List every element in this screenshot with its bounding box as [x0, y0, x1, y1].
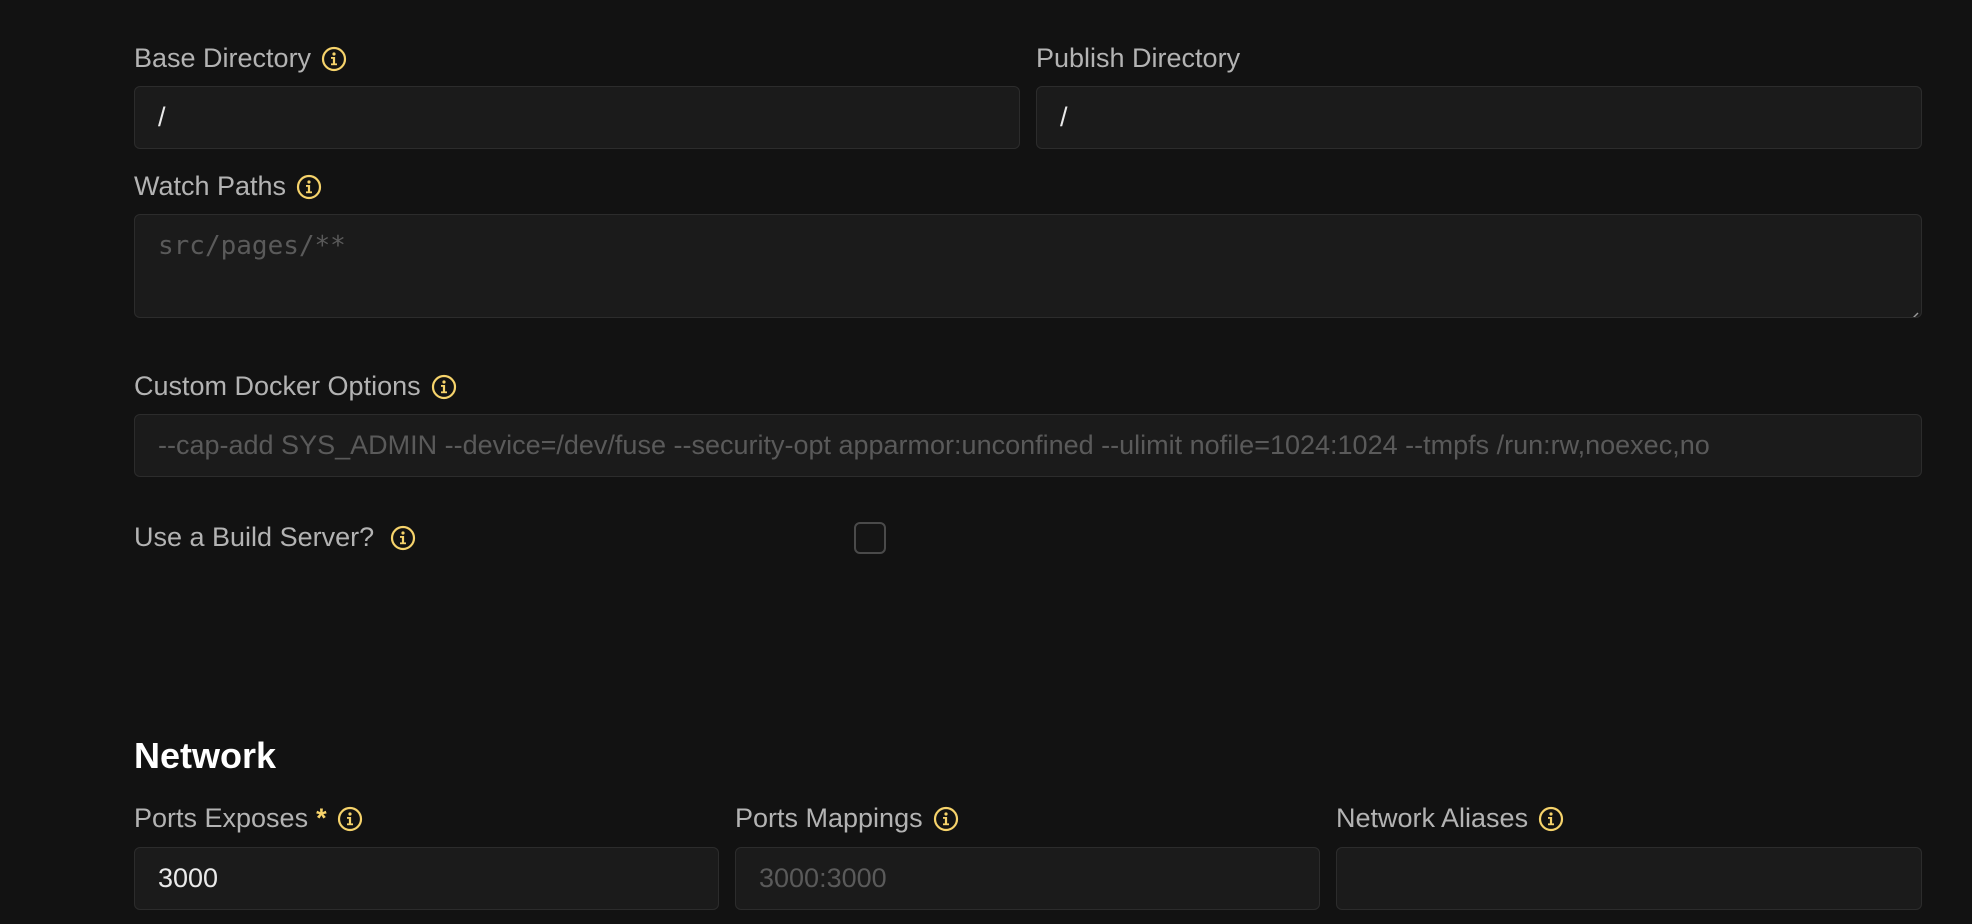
publish-directory-label-text: Publish Directory: [1036, 43, 1241, 73]
network-aliases-label-text: Network Aliases: [1336, 803, 1529, 833]
base-directory-label: Base Directory: [134, 45, 347, 72]
ports-exposes-input[interactable]: 3000: [134, 847, 719, 910]
info-circle-icon[interactable]: [390, 525, 416, 551]
base-directory-value: /: [158, 102, 166, 132]
watch-paths-textarea[interactable]: src/pages/**: [134, 214, 1922, 318]
custom-docker-options-placeholder: --cap-add SYS_ADMIN --device=/dev/fuse -…: [158, 430, 1710, 460]
watch-paths-label-text: Watch Paths: [134, 171, 287, 201]
publish-directory-label: Publish Directory: [1036, 45, 1240, 72]
network-aliases-input[interactable]: [1336, 847, 1922, 910]
network-section-title: Network: [134, 735, 277, 776]
ports-mappings-label: Ports Mappings: [735, 805, 959, 832]
required-marker: *: [316, 803, 327, 833]
ports-mappings-label-text: Ports Mappings: [735, 803, 923, 833]
watch-paths-placeholder: src/pages/**: [158, 231, 346, 261]
info-circle-icon[interactable]: [321, 46, 347, 72]
build-server-label-text: Use a Build Server?: [134, 522, 375, 552]
ports-mappings-placeholder: 3000:3000: [759, 863, 887, 893]
base-directory-label-text: Base Directory: [134, 43, 312, 73]
network-aliases-label: Network Aliases: [1336, 805, 1564, 832]
info-circle-icon[interactable]: [337, 806, 363, 832]
custom-docker-options-input[interactable]: --cap-add SYS_ADMIN --device=/dev/fuse -…: [134, 414, 1922, 477]
custom-docker-options-label-text: Custom Docker Options: [134, 371, 421, 401]
watch-paths-label: Watch Paths: [134, 173, 322, 200]
publish-directory-input[interactable]: /: [1036, 86, 1922, 149]
resize-handle-icon[interactable]: [1905, 301, 1919, 317]
publish-directory-value: /: [1060, 102, 1068, 132]
base-directory-input[interactable]: /: [134, 86, 1020, 149]
ports-exposes-label: Ports Exposes *: [134, 805, 363, 832]
ports-mappings-input[interactable]: 3000:3000: [735, 847, 1320, 910]
application-settings-form: Base Directory / Publish Directory / Wat…: [0, 0, 1972, 924]
ports-exposes-value: 3000: [158, 863, 219, 893]
ports-exposes-label-text: Ports Exposes: [134, 803, 309, 833]
build-server-label: Use a Build Server?: [134, 524, 416, 551]
info-circle-icon[interactable]: [933, 806, 959, 832]
info-circle-icon[interactable]: [296, 174, 322, 200]
build-server-checkbox[interactable]: [854, 522, 886, 554]
custom-docker-options-label: Custom Docker Options: [134, 373, 457, 400]
info-circle-icon[interactable]: [431, 374, 457, 400]
info-circle-icon[interactable]: [1538, 806, 1564, 832]
